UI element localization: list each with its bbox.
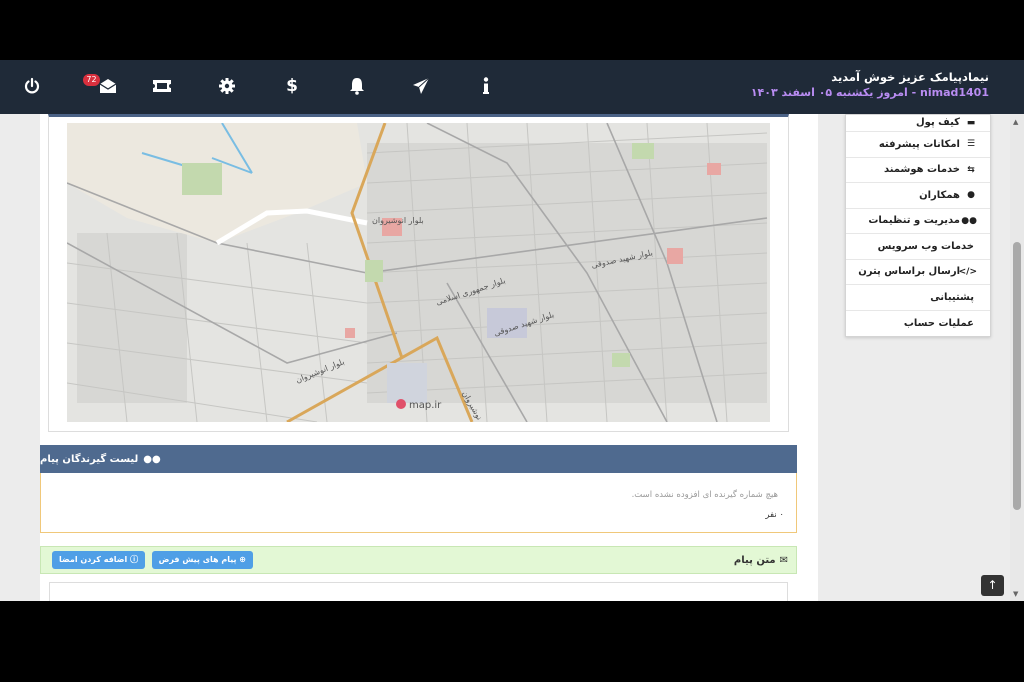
add-signature-label: اضافه کردن امضا [59, 555, 128, 564]
map-logo-text: map.ir [409, 400, 442, 411]
power-icon[interactable] [21, 75, 43, 97]
default-messages-button[interactable]: ⊕ پیام های پیش فرض [151, 551, 253, 569]
page-scrollbar[interactable]: ▲ ▼ [1010, 114, 1024, 601]
paper-plane-icon[interactable] [410, 75, 432, 97]
ticket-icon[interactable] [151, 75, 173, 97]
info-icon[interactable] [475, 75, 497, 97]
recipients-header: ●● لیست گیرندگان پیام [40, 445, 797, 473]
sidebar-item-label: پشتیبانی [930, 291, 974, 303]
wallet-icon: ▬ [966, 118, 976, 128]
top-navbar: 72 $ نیمادپیامک عزیز خوش آمدید nimad1401… [0, 60, 1024, 114]
sidebar-item-label: مدیریت و تنظیمات [868, 215, 960, 227]
scroll-thumb[interactable] [1013, 242, 1021, 510]
arrow-up-icon: ↑ [987, 578, 998, 592]
message-textarea[interactable] [49, 582, 788, 601]
recipients-empty-text: هیچ شماره گیرنده ای افزوده نشده است. [631, 490, 778, 500]
gear-icon[interactable] [216, 75, 238, 97]
scroll-up-arrow-icon[interactable]: ▲ [1013, 118, 1018, 126]
message-title-icon: ✉ [779, 554, 788, 566]
sidebar-item-support[interactable]: پشتیبانی [846, 285, 990, 311]
mail-icon[interactable] [97, 75, 119, 97]
sidebar-item-label: خدمات وب سرویس [877, 240, 974, 252]
back-to-top-button[interactable]: ↑ [981, 575, 1004, 596]
letterbox-top [0, 0, 1024, 60]
message-title: متن پیام [733, 554, 776, 566]
sidebar-item-label: عملیات حساب [903, 317, 974, 329]
sidebar-item-label: کیف پول [916, 117, 960, 128]
recipients-body: هیچ شماره گیرنده ای افزوده نشده است. ۰ ن… [40, 473, 797, 533]
recipients-panel: ●● لیست گیرندگان پیام هیچ شماره گیرنده ا… [40, 445, 797, 533]
code-icon: </> [958, 266, 977, 277]
sidebar-item-label: خدمات هوشمند [883, 164, 960, 176]
sidebar-item-account-operations[interactable]: عملیات حساب [846, 311, 990, 337]
date-line: nimad1401 - امروز یکشنبه ۰۵ اسفند ۱۴۰۳ [750, 86, 989, 99]
letterbox-bottom [0, 601, 1024, 682]
welcome-message: نیمادپیامک عزیز خوش آمدید [831, 70, 989, 84]
sidebar-item-pattern-send[interactable]: </> ارسال براساس پترن [846, 260, 990, 285]
sidebar-item-wallet[interactable]: ▬ کیف پول [846, 115, 990, 132]
users-icon: ●● [961, 215, 977, 226]
sidebar-menu: ▬ کیف پول ☰ امکانات پیشرفته ⇆ خدمات هوشم… [845, 114, 991, 337]
message-header: ✉ متن پیام ⊕ پیام های پیش فرض ⓘ اضافه کر… [40, 546, 797, 574]
info-circle-icon: ⓘ [130, 555, 139, 564]
sidebar-item-management[interactable]: ●● مدیریت و تنظیمات [846, 209, 990, 234]
recipients-title: لیست گیرندگان پیام [40, 453, 139, 465]
screen: 72 $ نیمادپیامک عزیز خوش آمدید nimad1401… [0, 60, 1024, 601]
message-panel: ✉ متن پیام ⊕ پیام های پیش فرض ⓘ اضافه کر… [40, 546, 797, 601]
add-signature-button[interactable]: ⓘ اضافه کردن امضا [52, 551, 146, 569]
sidebar-item-smart-services[interactable]: ⇆ خدمات هوشمند [846, 158, 990, 183]
map-view[interactable]: بلوار جمهوری اسلامی بلوار شهید صدوقی بلو… [67, 123, 770, 422]
sidebar-item-label: امکانات پیشرفته [878, 138, 960, 150]
plus-circle-icon: ⊕ [239, 555, 246, 564]
user-icon: ● [967, 190, 975, 201]
notification-badge: 72 [83, 74, 100, 86]
sidebar-item-web-service[interactable]: خدمات وب سرویس [846, 234, 990, 260]
recipients-count: ۰ نفر [765, 510, 784, 520]
map-label-3: بلوار انوشیروان [372, 216, 424, 225]
sidebar-item-colleagues[interactable]: ● همکاران [846, 183, 990, 209]
retweet-icon: ⇆ [967, 164, 975, 175]
bell-icon[interactable] [346, 75, 368, 97]
sidebar-item-advanced-features[interactable]: ☰ امکانات پیشرفته [846, 132, 990, 158]
sidebar-item-label: ارسال براساس پترن [858, 266, 960, 278]
scroll-down-arrow-icon[interactable]: ▼ [1013, 590, 1018, 598]
dollar-icon[interactable]: $ [281, 75, 303, 97]
sidebar-item-label: همکاران [919, 189, 960, 201]
default-messages-label: پیام های پیش فرض [158, 555, 237, 564]
list-icon: ☰ [966, 139, 976, 150]
users-icon: ●● [143, 453, 161, 465]
